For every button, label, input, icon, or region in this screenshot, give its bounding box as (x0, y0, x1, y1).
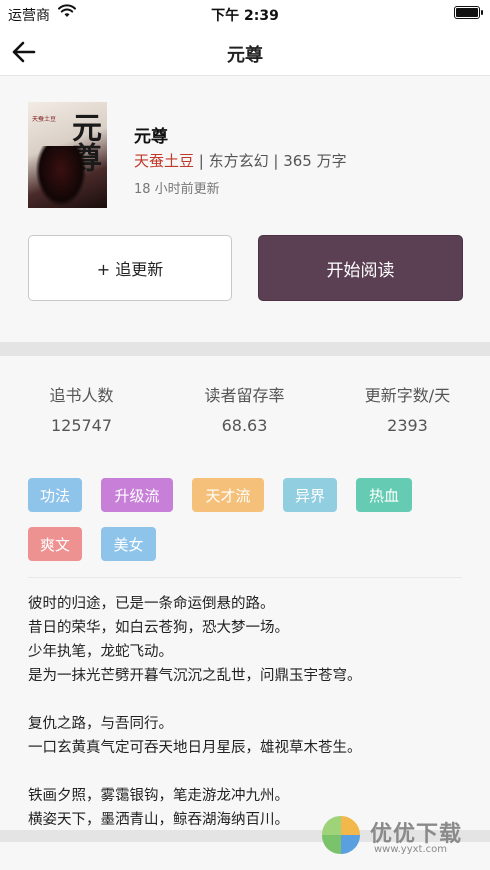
tag-chip[interactable]: 功法 (28, 478, 82, 512)
book-title: 元尊 (134, 127, 168, 147)
synopsis-line: 是为一抹光芒劈开暮气沉沉之乱世，问鼎玉宇苍穹。 (28, 668, 362, 684)
tag-chip[interactable]: 天才流 (192, 478, 264, 512)
follow-updates-button[interactable]: + 追更新 (28, 235, 232, 301)
stat-label: 读者留存率 (204, 386, 285, 405)
book-header: 天蚕土豆 元尊 元尊 天蚕土豆 | 东方玄幻 | 365 万字 18 小时前更新… (0, 77, 490, 342)
watermark-url: www.yyxt.com (374, 844, 448, 855)
tag-chip[interactable]: 异界 (283, 478, 337, 512)
stat-retention: 读者留存率 68.63 (163, 382, 326, 435)
stat-followers: 追书人数 125747 (0, 382, 163, 435)
clock: 下午 2:39 (211, 8, 279, 24)
watermark: 优优下载 www.yyxt.com (318, 812, 488, 862)
stat-value: 68.63 (221, 416, 268, 435)
tag-list: 功法 升级流 天才流 异界 热血 爽文 美女 (0, 470, 490, 570)
stat-value: 2393 (387, 416, 428, 435)
synopsis-line: 昔日的荣华，如白云苍狗，恐大梦一场。 (28, 620, 289, 636)
cover-author-text: 天蚕土豆 (32, 116, 57, 123)
synopsis-line (28, 688, 468, 712)
stat-label: 更新字数/天 (364, 386, 451, 405)
start-reading-button[interactable]: 开始阅读 (258, 235, 463, 301)
tag-chip[interactable]: 爽文 (28, 527, 82, 561)
synopsis-line (28, 760, 468, 784)
genre-label: 东方玄幻 (208, 152, 269, 170)
book-synopsis: 彼时的归途，已是一条命运倒悬的路。 昔日的荣华，如白云苍狗，恐大梦一场。 少年执… (28, 592, 468, 832)
author-link[interactable]: 天蚕土豆 (134, 152, 194, 170)
synopsis-line: 彼时的归途，已是一条命运倒悬的路。 (28, 596, 275, 612)
book-cover[interactable]: 天蚕土豆 元尊 (28, 102, 107, 208)
tag-chip[interactable]: 美女 (101, 527, 156, 561)
last-updated: 18 小时前更新 (134, 182, 220, 197)
section-divider (0, 342, 490, 356)
tag-chip[interactable]: 升级流 (101, 478, 173, 512)
watermark-logo-icon (322, 816, 360, 854)
synopsis-line: 少年执笔，龙蛇飞动。 (28, 644, 173, 660)
nav-bar: 元尊 (0, 28, 490, 76)
stat-daily-words: 更新字数/天 2393 (326, 382, 489, 435)
synopsis-line: 复仇之路，与吾同行。 (28, 716, 173, 732)
page-title: 元尊 (227, 45, 263, 66)
book-meta: 天蚕土豆 | 东方玄幻 | 365 万字 (134, 150, 347, 171)
battery-icon (454, 6, 483, 19)
meta-separator: | (194, 152, 209, 170)
synopsis-line: 一口玄黄真气定可吞天地日月星辰，雄视草木苍生。 (28, 740, 362, 756)
meta-separator: | (268, 152, 284, 170)
stat-value: 125747 (50, 416, 113, 435)
status-bar: 运营商 下午 2:39 (0, 0, 490, 28)
content-divider (28, 577, 462, 578)
word-count: 365 万字 (283, 152, 347, 170)
synopsis-line: 铁画夕照，雾霭银钩，笔走游龙冲九州。 (28, 788, 289, 804)
stat-label: 追书人数 (49, 386, 114, 405)
cover-figure (36, 146, 86, 206)
tag-chip[interactable]: 热血 (356, 478, 412, 512)
stats-row: 追书人数 125747 读者留存率 68.63 更新字数/天 2393 (0, 356, 490, 456)
